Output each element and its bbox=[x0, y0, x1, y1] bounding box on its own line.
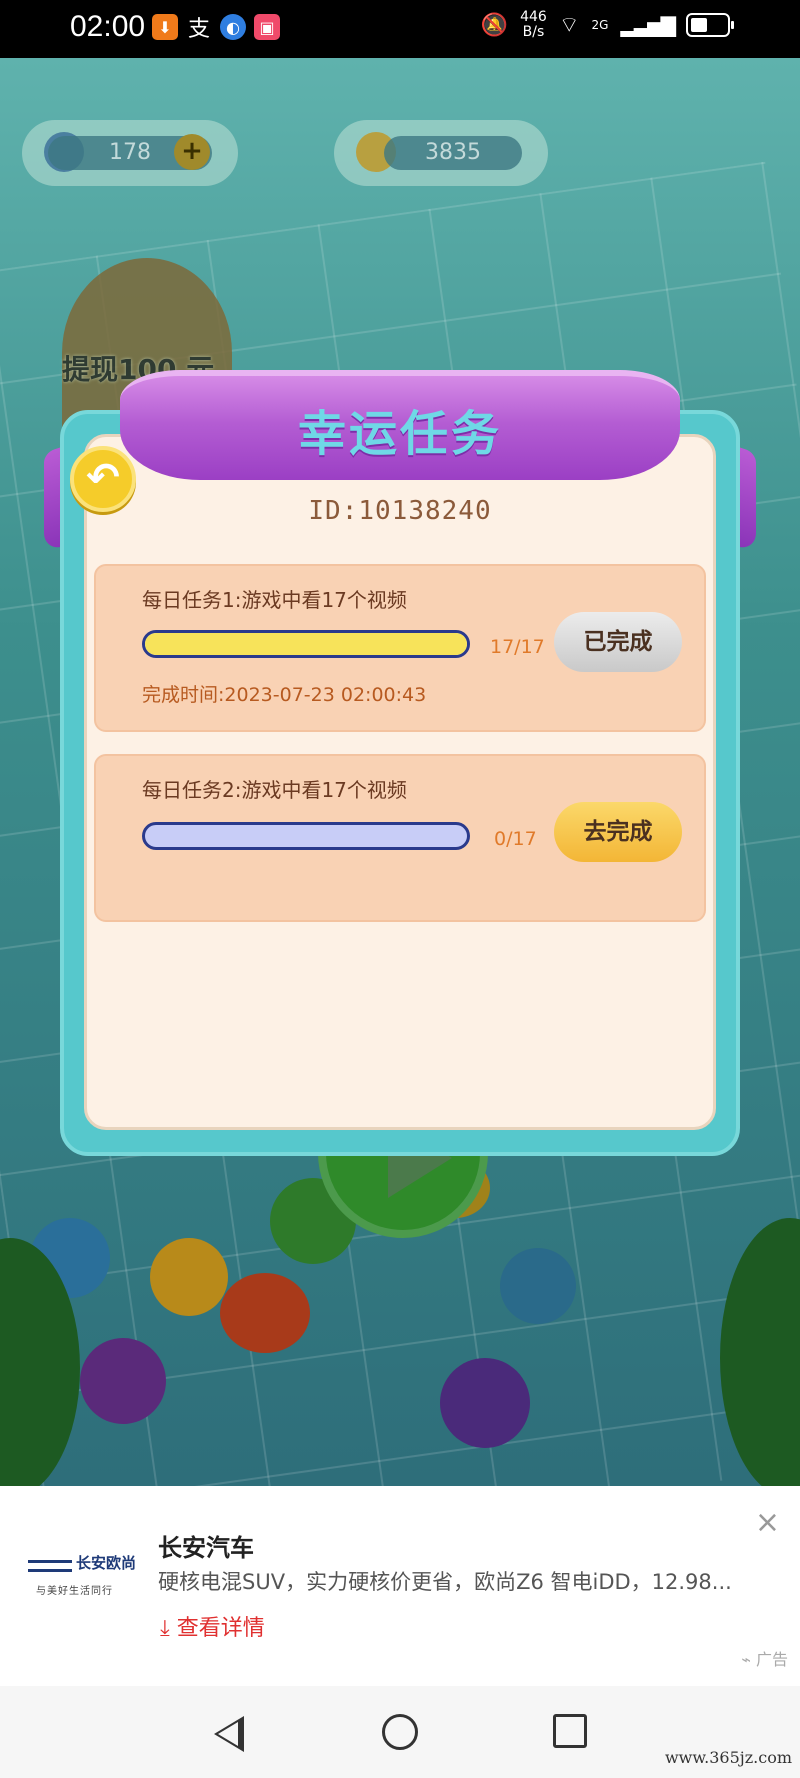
nav-recents-icon[interactable] bbox=[553, 1714, 587, 1748]
system-nav-bar: www.365jz.com bbox=[0, 1686, 800, 1778]
mute-icon: 🔕 bbox=[480, 12, 509, 38]
download-app-icon: ⬇ bbox=[152, 14, 178, 40]
dialog-title: 幸运任务 bbox=[297, 406, 502, 462]
task-title: 每日任务1:游戏中看17个视频 bbox=[142, 588, 407, 612]
task-card: 每日任务1:游戏中看17个视频 17/17 已完成 完成时间:2023-07-2… bbox=[94, 564, 706, 732]
wifi-icon: ⌔ bbox=[558, 13, 580, 38]
task-go-button[interactable]: 去完成 bbox=[554, 802, 682, 862]
task-progress-count: 17/17 bbox=[490, 636, 545, 658]
ad-tag-label: 广告 bbox=[755, 1650, 788, 1669]
ad-banner[interactable]: 长安欧尚 与美好生活同行 长安汽车 硬核电混SUV，实力硬核价更省，欧尚Z6 智… bbox=[0, 1486, 800, 1686]
task-completed-button[interactable]: 已完成 bbox=[554, 612, 682, 672]
task-progress-count: 0/17 bbox=[494, 828, 537, 850]
alipay-icon: 支 bbox=[186, 14, 212, 42]
task-progress-fill bbox=[145, 633, 467, 655]
ad-source-icon: ⌁ bbox=[741, 1650, 751, 1669]
ad-logo-slogan: 与美好生活同行 bbox=[36, 1586, 113, 1597]
net-speed-value: 446 bbox=[520, 9, 547, 25]
nav-back-icon[interactable] bbox=[214, 1716, 244, 1752]
browser-icon: ◐ bbox=[220, 14, 246, 40]
ad-brand-logo: 长安欧尚 与美好生活同行 bbox=[28, 1544, 136, 1604]
game-ball bbox=[80, 1338, 166, 1424]
task-title: 每日任务2:游戏中看17个视频 bbox=[142, 778, 407, 802]
game-ball bbox=[440, 1358, 530, 1448]
signal-icon: ▂▃▅▇ bbox=[620, 13, 676, 37]
net-speed-unit: B/s bbox=[522, 24, 545, 40]
game-ball bbox=[220, 1273, 310, 1353]
coin-counter: 3835 bbox=[334, 120, 548, 186]
net-speed: 446 B/s bbox=[520, 10, 547, 40]
task-completed-time: 完成时间:2023-07-23 02:00:43 bbox=[142, 684, 427, 706]
user-id: ID:10138240 bbox=[308, 496, 492, 526]
ad-logo-text: 长安欧尚 bbox=[76, 1554, 137, 1572]
game-ball bbox=[500, 1248, 576, 1324]
watermark: www.365jz.com bbox=[664, 1748, 792, 1767]
status-right: 🔕 446 B/s ⌔ 2G ▂▃▅▇ bbox=[480, 10, 734, 40]
energy-counter: 178 + bbox=[22, 120, 238, 186]
nav-home-icon[interactable] bbox=[382, 1714, 418, 1750]
task-progress-bar bbox=[142, 822, 470, 850]
video-app-icon: ▣ bbox=[254, 14, 280, 40]
status-time: 02:00 bbox=[70, 10, 146, 43]
battery-icon bbox=[686, 13, 734, 37]
ad-close-button[interactable]: × bbox=[755, 1508, 780, 1538]
ad-tag: ⌁ 广告 bbox=[741, 1646, 788, 1670]
ad-cta-label: 查看详情 bbox=[176, 1616, 265, 1641]
ad-view-details-link[interactable]: ⤓ 查看详情 bbox=[160, 1610, 265, 1642]
status-bar: 02:00 ⬇ 支 ◐ ▣ 🔕 446 B/s ⌔ 2G ▂▃▅▇ bbox=[0, 0, 800, 58]
network-type: 2G bbox=[591, 18, 609, 32]
status-app-icons: ⬇ 支 ◐ ▣ bbox=[152, 14, 280, 42]
back-arrow-icon: ↶ bbox=[86, 455, 120, 501]
task-progress-bar bbox=[142, 630, 470, 658]
changan-logo-icon bbox=[28, 1560, 72, 1572]
add-energy-button[interactable]: + bbox=[174, 134, 210, 170]
ad-description: 硬核电混SUV，实力硬核价更省，欧尚Z6 智电iDD，12.98... bbox=[158, 1570, 732, 1594]
task-card: 每日任务2:游戏中看17个视频 0/17 去完成 bbox=[94, 754, 706, 922]
coin-value: 3835 bbox=[384, 136, 522, 170]
game-ball bbox=[150, 1238, 228, 1316]
ad-title: 长安汽车 bbox=[158, 1534, 254, 1562]
dialog-title-ribbon: 幸运任务 bbox=[120, 370, 680, 480]
download-arrow-icon: ⤓ bbox=[160, 1616, 170, 1641]
